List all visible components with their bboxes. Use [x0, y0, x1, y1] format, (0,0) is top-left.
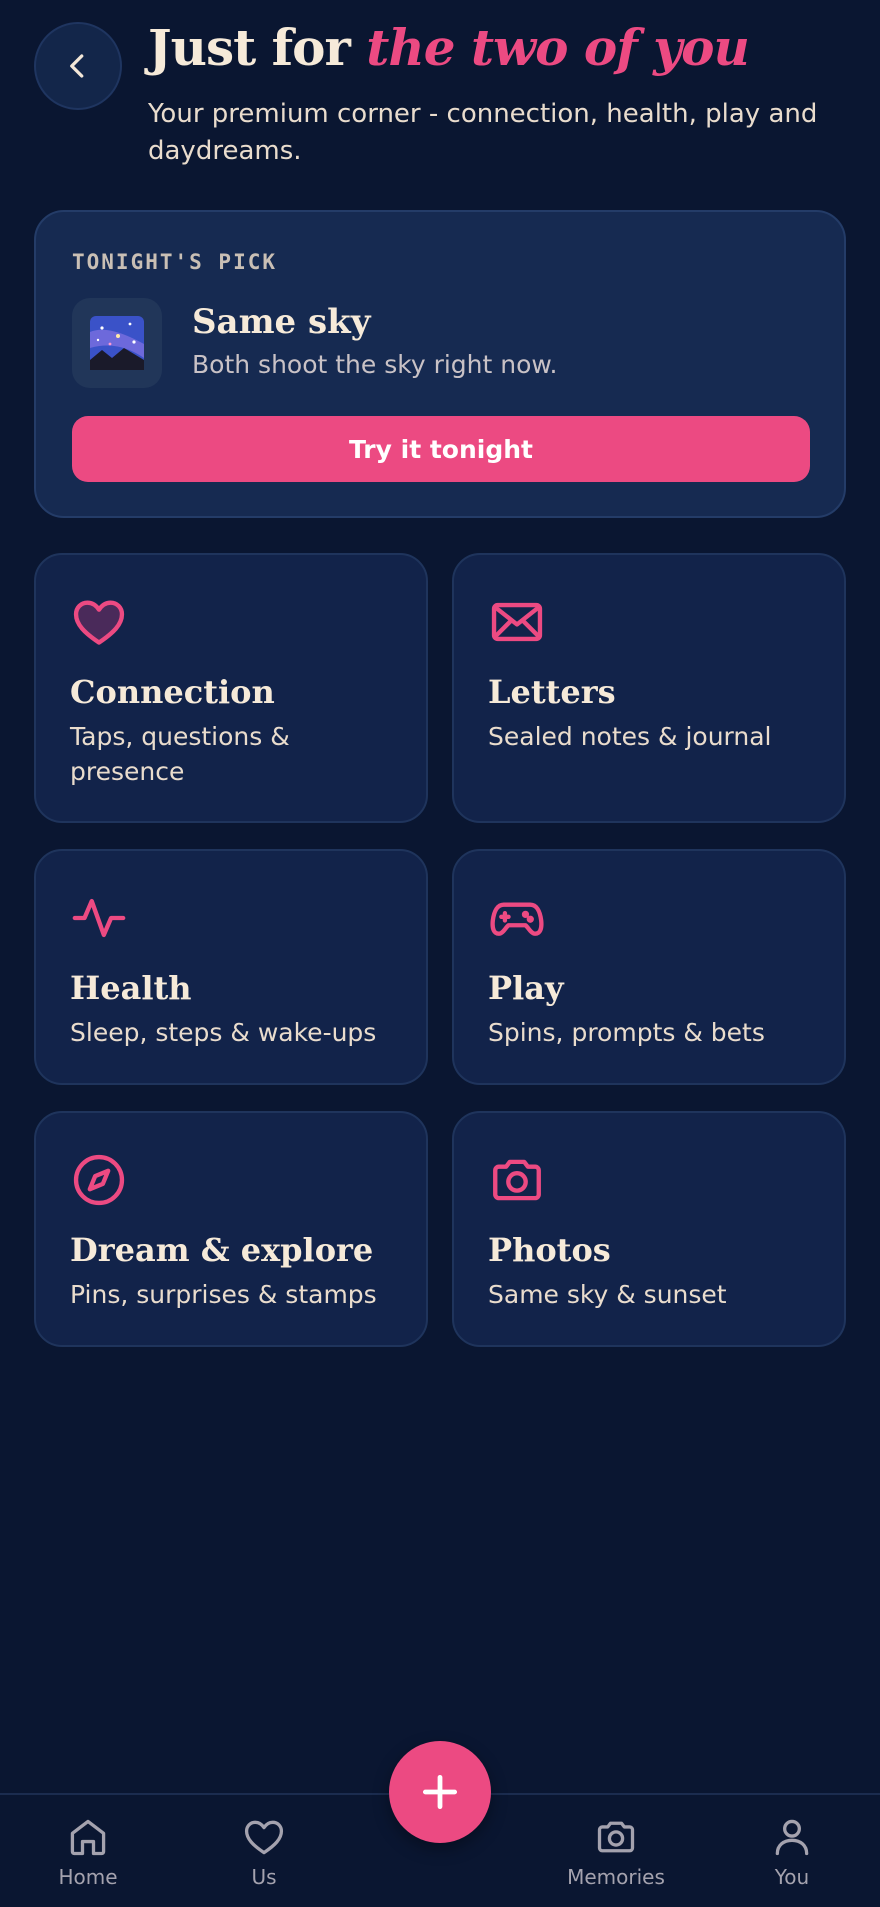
user-icon [775, 1819, 809, 1856]
page-title-plain: Just for [148, 18, 351, 77]
camera-icon [597, 1821, 635, 1853]
pick-thumbnail [72, 298, 162, 388]
nav-label: You [774, 1865, 810, 1889]
pick-eyebrow: TONIGHT'S PICK [72, 250, 278, 274]
milky-way-icon [90, 316, 144, 370]
premium-corner-screen: Just for the two of you Your premium cor… [0, 0, 880, 1907]
camera-icon [493, 1159, 541, 1201]
chevron-left-icon [70, 54, 84, 78]
tile-description: Spins, prompts & bets [488, 1018, 765, 1047]
page-title: Just for the two of you [148, 18, 750, 77]
activity-icon [72, 898, 126, 938]
compass-icon [73, 1154, 125, 1206]
home-icon [70, 1819, 106, 1856]
page-subtitle: Your premium corner - connection, health… [148, 99, 818, 166]
tile-photos[interactable]: Photos Same sky & sunset [452, 1111, 846, 1347]
tile-health[interactable]: Health Sleep, steps & wake-ups [34, 849, 428, 1085]
add-button[interactable] [389, 1741, 491, 1843]
heart-icon [244, 1820, 284, 1855]
page-title-accent: the two of you [366, 18, 750, 77]
tile-title: Letters [488, 673, 616, 711]
tile-description: Taps, questions & presence [70, 722, 290, 786]
gamepad-icon [490, 902, 544, 936]
pick-description: Both shoot the sky right now. [192, 350, 558, 379]
tile-title: Dream & explore [70, 1231, 374, 1269]
nav-label: Home [58, 1865, 118, 1889]
heart-icon [73, 600, 125, 645]
nav-item-home[interactable]: Home [18, 1815, 158, 1899]
tile-description: Pins, surprises & stamps [70, 1280, 377, 1309]
tile-title: Play [488, 969, 564, 1007]
tile-title: Connection [70, 673, 275, 711]
tile-letters[interactable]: Letters Sealed notes & journal [452, 553, 846, 823]
nav-item-you[interactable]: You [722, 1815, 862, 1899]
tile-description: Sealed notes & journal [488, 722, 772, 751]
tile-play[interactable]: Play Spins, prompts & bets [452, 849, 846, 1085]
nav-item-memories[interactable]: Memories [546, 1815, 686, 1899]
pick-title: Same sky [192, 302, 371, 342]
try-it-tonight-button[interactable]: Try it tonight [72, 416, 810, 482]
tile-title: Health [70, 969, 192, 1007]
tile-title: Photos [488, 1231, 611, 1269]
tile-description: Sleep, steps & wake-ups [70, 1018, 377, 1047]
tile-description: Same sky & sunset [488, 1280, 727, 1309]
tonights-pick-card: TONIGHT'S PICK Same sky Both shoot the s… [34, 210, 846, 518]
nav-item-us[interactable]: Us [194, 1815, 334, 1899]
nav-label: Memories [567, 1865, 665, 1889]
nav-label: Us [251, 1865, 277, 1889]
plus-icon [422, 1774, 458, 1810]
envelope-icon [491, 602, 543, 642]
tile-connection[interactable]: Connection Taps, questions & presence [34, 553, 428, 823]
tile-dream-explore[interactable]: Dream & explore Pins, surprises & stamps [34, 1111, 428, 1347]
back-button[interactable] [34, 22, 122, 110]
